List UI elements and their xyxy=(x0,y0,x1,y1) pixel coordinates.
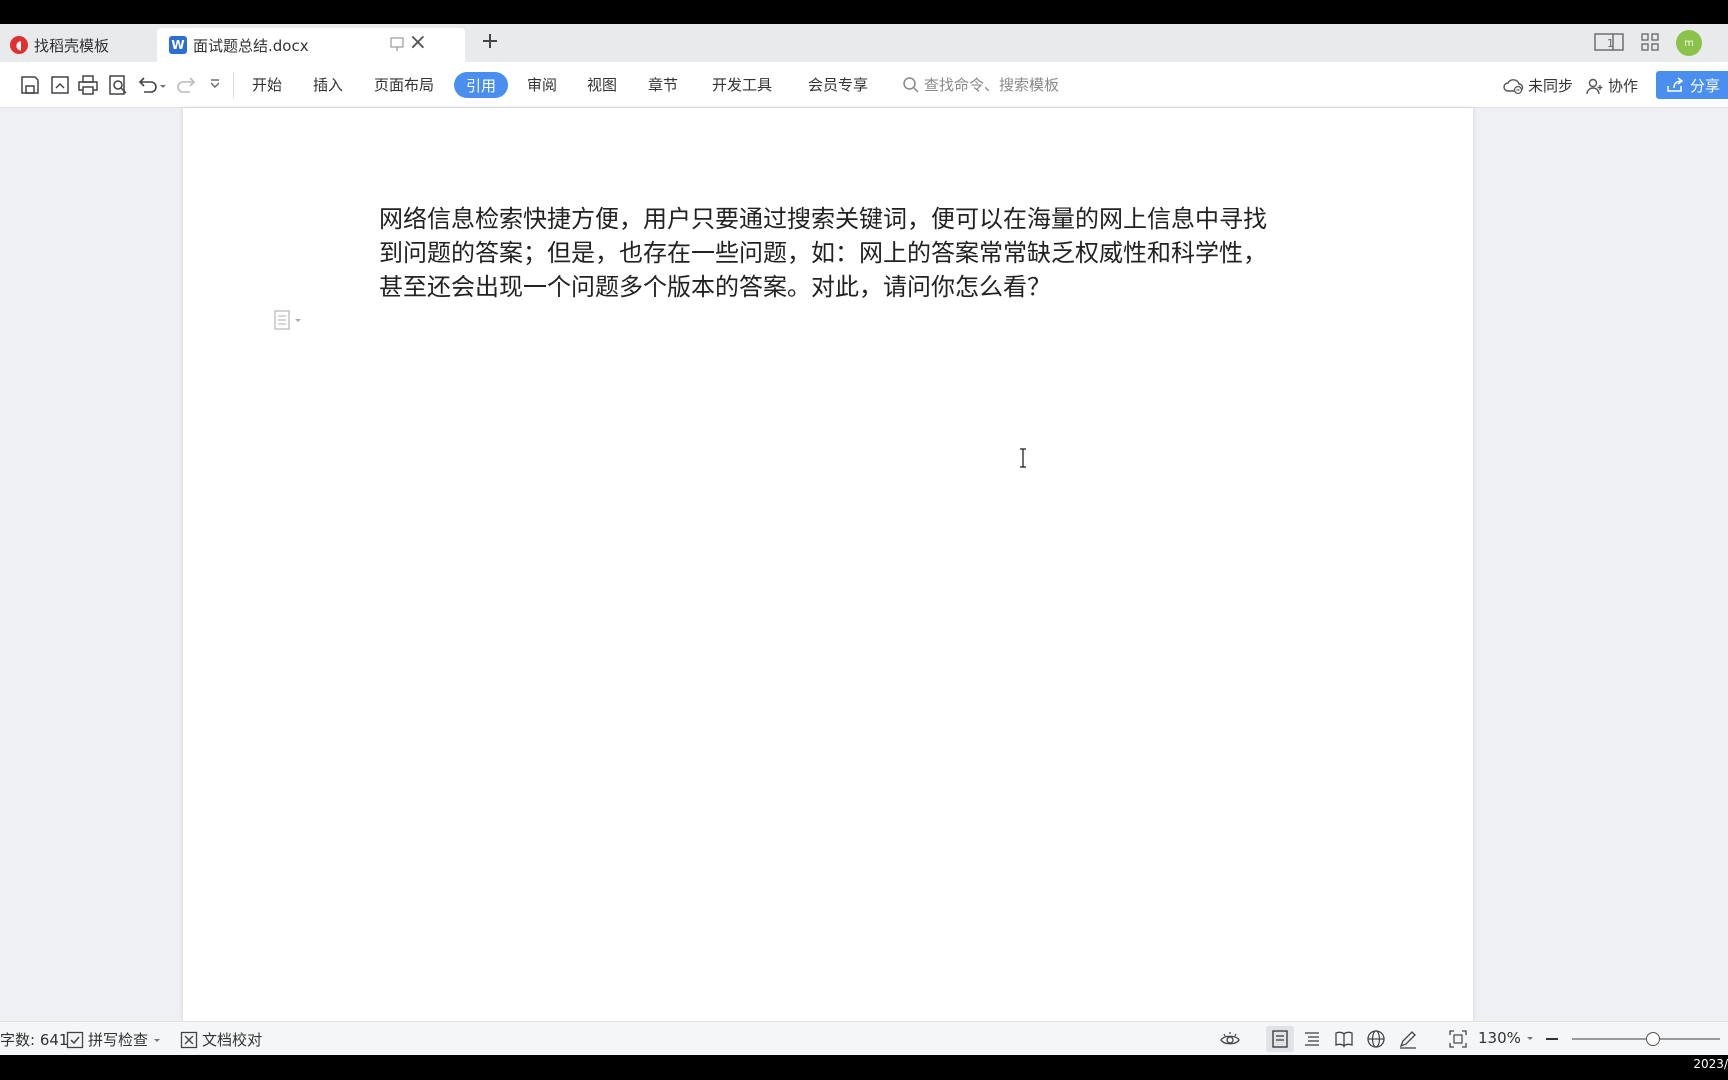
share-icon xyxy=(1667,77,1684,92)
tab-bar: ◖ 找稻壳模板 W 面试题总结.docx × 1 m xyxy=(0,24,1728,62)
menu-view[interactable]: 视图 xyxy=(587,75,617,95)
redo-icon[interactable] xyxy=(176,74,198,96)
customize-toolbar-icon[interactable] xyxy=(208,74,222,96)
tab-daoke-templates[interactable]: ◖ 找稻壳模板 xyxy=(0,28,154,62)
cloud-unsynced-icon xyxy=(1503,78,1524,94)
search-icon xyxy=(903,76,919,93)
menu-start[interactable]: 开始 xyxy=(252,75,282,95)
reading-view-icon[interactable] xyxy=(1334,1029,1354,1049)
sync-label: 未同步 xyxy=(1528,77,1574,95)
svg-text:1: 1 xyxy=(1607,37,1614,50)
document-page[interactable]: 网络信息检索快捷方便，用户只要通过搜索关键词，便可以在海量的网上信息中寻找到问题… xyxy=(183,108,1473,1021)
proofread-label: 文档校对 xyxy=(202,1031,263,1049)
taskbar xyxy=(0,1055,1728,1080)
menu-chapter[interactable]: 章节 xyxy=(648,75,678,95)
zoom-level: 130% xyxy=(1478,1029,1521,1047)
chevron-down-icon xyxy=(154,1038,161,1042)
print-icon[interactable] xyxy=(77,74,99,96)
share-label: 分享 xyxy=(1690,76,1721,95)
spell-check-label: 拼写检查 xyxy=(88,1031,149,1049)
layout-mode-icon[interactable]: 1 xyxy=(1594,32,1624,52)
toolbar-divider xyxy=(233,72,234,98)
ribbon-toolbar: 开始 插入 页面布局 引用 审阅 视图 章节 开发工具 会员专享 查找命令、搜索… xyxy=(0,62,1728,108)
zoom-slider-handle[interactable] xyxy=(1646,1032,1661,1046)
tab-label: 面试题总结.docx xyxy=(193,36,309,55)
document-canvas: 网络信息检索快捷方便，用户只要通过搜索关键词，便可以在海量的网上信息中寻找到问题… xyxy=(0,108,1728,1021)
status-bar: 字数: 641 拼写检查 文档校对 130% xyxy=(0,1021,1728,1055)
menu-member-exclusive[interactable]: 会员专享 xyxy=(808,75,868,95)
chevron-down-icon xyxy=(1526,1037,1533,1040)
close-icon[interactable]: × xyxy=(409,32,427,54)
collaborate-label: 协作 xyxy=(1608,77,1639,95)
wps-writer-icon: W xyxy=(169,36,187,54)
screen-top-bar xyxy=(0,0,1728,24)
paragraph-layout-icon[interactable] xyxy=(273,310,305,330)
apps-grid-icon[interactable] xyxy=(1640,32,1660,52)
text-cursor-icon xyxy=(1020,448,1026,468)
pin-icon[interactable] xyxy=(389,36,405,52)
daoke-logo-icon: ◖ xyxy=(10,36,28,54)
menu-page-layout[interactable]: 页面布局 xyxy=(374,75,434,95)
taskbar-clock: 2023/ xyxy=(1693,1057,1728,1071)
zoom-out-icon[interactable] xyxy=(1542,1029,1562,1049)
spell-check-button[interactable]: 拼写检查 xyxy=(66,1029,162,1050)
share-button[interactable]: 分享 xyxy=(1656,71,1728,99)
menu-review[interactable]: 审阅 xyxy=(527,75,557,95)
zoom-dropdown[interactable]: 130% xyxy=(1478,1029,1535,1047)
document-paragraph[interactable]: 网络信息检索快捷方便，用户只要通过搜索关键词，便可以在海量的网上信息中寻找到问题… xyxy=(379,202,1289,304)
search-placeholder: 查找命令、搜索模板 xyxy=(924,76,1060,94)
collaborate-icon xyxy=(1586,78,1603,94)
sync-status-button[interactable]: 未同步 xyxy=(1502,75,1573,96)
proofread-button[interactable]: 文档校对 xyxy=(180,1029,262,1050)
proofread-icon xyxy=(180,1031,198,1048)
spell-check-icon xyxy=(66,1031,84,1048)
outline-view-icon[interactable] xyxy=(1302,1029,1322,1049)
word-count[interactable]: 字数: 641 xyxy=(0,1029,68,1050)
command-search[interactable]: 查找命令、搜索模板 xyxy=(902,74,1059,95)
new-tab-icon[interactable] xyxy=(481,32,499,50)
export-icon[interactable] xyxy=(49,74,71,96)
web-view-icon[interactable] xyxy=(1366,1029,1386,1049)
menu-developer-tools[interactable]: 开发工具 xyxy=(712,75,772,95)
save-icon[interactable] xyxy=(19,74,41,96)
fit-page-icon[interactable] xyxy=(1448,1029,1468,1049)
print-preview-icon[interactable] xyxy=(107,74,129,96)
page-view-icon[interactable] xyxy=(1270,1029,1290,1049)
tab-label: 找稻壳模板 xyxy=(34,36,110,55)
eye-protection-icon[interactable] xyxy=(1220,1029,1240,1049)
tab-document[interactable]: W 面试题总结.docx × xyxy=(157,28,465,62)
menu-insert[interactable]: 插入 xyxy=(313,75,343,95)
collaborate-button[interactable]: 协作 xyxy=(1586,75,1638,96)
avatar[interactable]: m xyxy=(1676,30,1702,56)
menu-references[interactable]: 引用 xyxy=(454,72,508,98)
writing-mode-icon[interactable] xyxy=(1398,1029,1418,1049)
undo-icon[interactable] xyxy=(136,74,168,96)
